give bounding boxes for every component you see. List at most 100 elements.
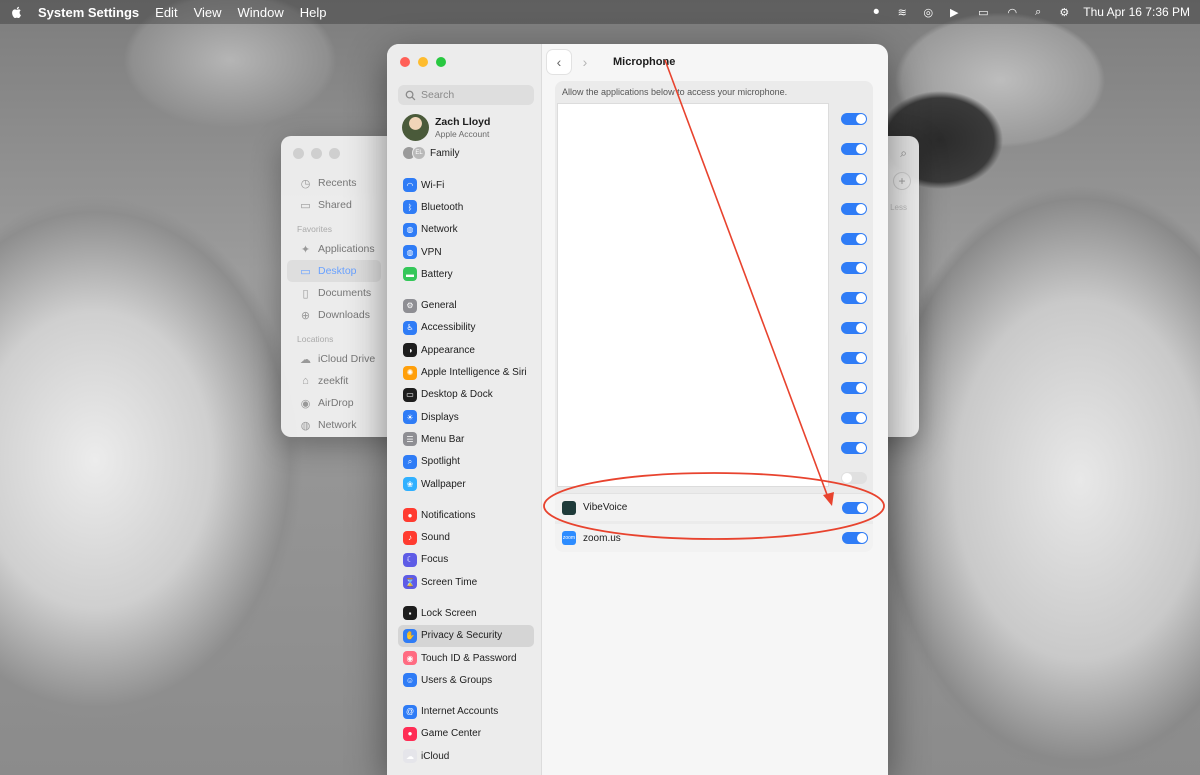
waveform-icon[interactable]: ≋ [895, 5, 909, 19]
zoom-button[interactable] [436, 57, 446, 67]
finder-item-airdrop[interactable]: ◉ AirDrop [281, 392, 387, 414]
app-microphone-toggle-8[interactable] [841, 322, 867, 335]
apple-menu-icon[interactable] [10, 5, 24, 19]
app-microphone-toggle-12[interactable] [841, 441, 867, 454]
app-microphone-toggle-5[interactable] [841, 232, 867, 245]
finder-search-icon[interactable]: ⌕ [900, 146, 907, 161]
finder-item-desktop[interactable]: ▭ Desktop [287, 260, 381, 282]
sidebar-item-accessibility[interactable]: ♿ Accessibility [398, 317, 534, 339]
app-microphone-toggle-2[interactable] [841, 142, 867, 155]
sidebar-item-appearance[interactable]: ◑ Appearance [398, 339, 534, 361]
finder-item-recents[interactable]: ◷ Recents [281, 172, 387, 194]
menu-edit[interactable]: Edit [155, 5, 177, 20]
finder-item-downloads[interactable]: ⊕ Downloads [281, 304, 387, 326]
menu-clock[interactable]: Thu Apr 16 7:36 PM [1083, 5, 1190, 19]
sidebar-item-family[interactable]: EL Family [402, 146, 459, 160]
minimize-button[interactable] [418, 57, 428, 67]
menu-app-name[interactable]: System Settings [38, 5, 139, 20]
app-microphone-toggle-4[interactable] [841, 202, 867, 215]
sidebar-item-notifications[interactable]: ● Notifications [398, 504, 534, 526]
lock-icon: ▪ [403, 606, 417, 621]
finder-item-applications[interactable]: ✦ Applications [281, 238, 387, 260]
sidebar-item-spotlight[interactable]: ⌕ Spotlight [398, 451, 534, 473]
sidebar-item-desktop-dock[interactable]: ▭ Desktop & Dock [398, 384, 534, 406]
circle-icon[interactable]: ◎ [921, 5, 935, 19]
back-button[interactable]: ‹ [547, 50, 571, 74]
sidebar-item-apple-intelligence-siri[interactable]: ✺ Apple Intelligence & Siri [398, 361, 534, 383]
sidebar-item-bluetooth[interactable]: ᛒ Bluetooth [398, 196, 534, 218]
search-icon [405, 90, 416, 100]
fingerprint-icon: ◉ [403, 651, 417, 666]
avatar [402, 114, 429, 141]
sidebar-item-network[interactable]: ◍ Network [398, 219, 534, 241]
search-input[interactable] [421, 89, 521, 101]
sidebar-item-internet-accounts[interactable]: @ Internet Accounts [398, 701, 534, 723]
app-microphone-toggle-7[interactable] [841, 292, 867, 305]
sidebar-item-sound[interactable]: ♪ Sound [398, 526, 534, 548]
siri-icon: ✺ [403, 365, 417, 380]
sidebar-item-label: Displays [421, 411, 459, 423]
sidebar-item-lock-screen[interactable]: ▪ Lock Screen [398, 602, 534, 624]
finder-item-home[interactable]: ⌂ zeekfit [281, 370, 387, 392]
sidebar-item-users-groups[interactable]: ☺ Users & Groups [398, 669, 534, 691]
sidebar-item-label: Notifications [421, 509, 476, 521]
menu-view[interactable]: View [194, 5, 222, 20]
record-icon[interactable]: ⏺ [869, 5, 883, 19]
finder-item-shared[interactable]: ▭ Shared [281, 194, 387, 216]
sidebar-item-game-center[interactable]: ● Game Center [398, 723, 534, 745]
app-microphone-toggle-9[interactable] [841, 352, 867, 365]
sidebar-item-displays[interactable]: ☀ Displays [398, 406, 534, 428]
sidebar-item-label: Accessibility [421, 322, 476, 334]
app-microphone-toggle-1[interactable] [841, 113, 867, 125]
globe-icon: ◍ [403, 245, 417, 260]
spotlight-icon[interactable]: ⌕ [1031, 5, 1045, 19]
app-microphone-toggle-10[interactable] [841, 382, 867, 395]
finder-item-network[interactable]: ◍ Network [281, 414, 387, 436]
sidebar-item-menu-bar[interactable]: ☰ Menu Bar [398, 428, 534, 450]
sidebar-item-wallpaper[interactable]: ❀ Wallpaper [398, 473, 534, 495]
sidebar-item-battery[interactable]: ▬ Battery [398, 263, 534, 285]
finder-less-label[interactable]: Less [890, 203, 907, 212]
app-microphone-toggle-13[interactable] [841, 471, 867, 484]
battery-status-icon[interactable]: ▭ [973, 5, 993, 19]
sidebar-item-label: iCloud [421, 750, 450, 762]
app-microphone-toggle-3[interactable] [841, 172, 867, 185]
wifi-status-icon[interactable]: ◠ [1005, 5, 1019, 19]
sidebar-item-screen-time[interactable]: ⌛ Screen Time [398, 571, 534, 593]
sidebar-item-wi-fi[interactable]: ◠ Wi-Fi [398, 174, 534, 196]
finder-item-documents[interactable]: ▯ Documents [281, 282, 387, 304]
finder-minimize-button[interactable] [311, 148, 322, 159]
sidebar-item-label: Screen Time [421, 576, 478, 588]
menu-help[interactable]: Help [300, 5, 327, 20]
apple-account[interactable]: Zach Lloyd Apple Account [402, 114, 490, 141]
finder-zoom-button[interactable] [329, 148, 340, 159]
sidebar-item-privacy-security[interactable]: ✋ Privacy & Security [398, 624, 534, 647]
sidebar-item-touch-id-password[interactable]: ◉ Touch ID & Password [398, 647, 534, 669]
play-icon[interactable]: ▶ [947, 5, 961, 19]
finder-item-icloud-drive[interactable]: ☁ iCloud Drive [281, 348, 387, 370]
close-button[interactable] [400, 57, 410, 67]
vibevoice-microphone-toggle[interactable] [842, 502, 868, 514]
hand-icon: ✋ [403, 628, 417, 643]
app-microphone-toggle-11[interactable] [841, 411, 867, 424]
applications-icon: ✦ [300, 243, 311, 256]
menu-window[interactable]: Window [238, 5, 284, 20]
settings-nav-list: ◠ Wi-Fi ᛒ Bluetooth ◍ Network ◍ VPN ▬ Battery ⚙ Gen… [398, 174, 534, 767]
document-icon: ▯ [302, 287, 309, 300]
sidebar-item-focus[interactable]: ☾ Focus [398, 549, 534, 571]
finder-add-button[interactable]: + [893, 172, 911, 190]
sidebar-item-icloud[interactable]: ☁ iCloud [398, 745, 534, 767]
app-row-vibevoice[interactable]: VibeVoice [555, 493, 873, 521]
finder-close-button[interactable] [293, 148, 304, 159]
sidebar-item-label: Wallpaper [421, 478, 466, 490]
sidebar-item-vpn[interactable]: ◍ VPN [398, 241, 534, 263]
sun-icon: ☀ [403, 410, 417, 425]
app-microphone-toggle-6[interactable] [841, 262, 867, 275]
forward-button[interactable]: › [573, 50, 597, 74]
search-field[interactable] [398, 85, 534, 105]
app-row-zoom[interactable]: zoom zoom.us [555, 524, 873, 552]
sidebar-item-general[interactable]: ⚙ General [398, 294, 534, 316]
control-center-icon[interactable]: ⚙ [1057, 5, 1071, 19]
zoom-microphone-toggle[interactable] [842, 532, 868, 544]
